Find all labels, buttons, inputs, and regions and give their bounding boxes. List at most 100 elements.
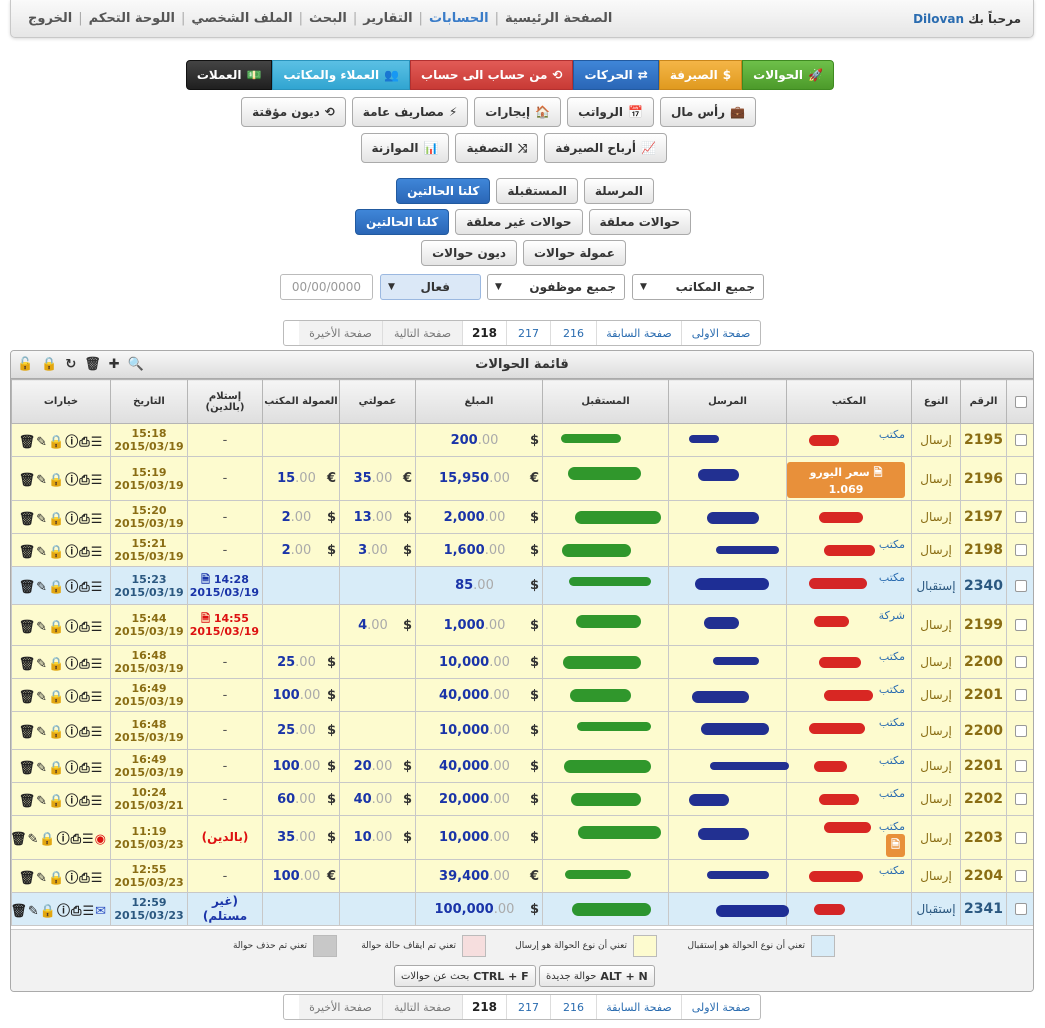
table-row[interactable]: 2199 إرسال شركة $1,000.00 $4.00 14:55 🗎 2015/0…	[11, 604, 1033, 646]
row3-button-0[interactable]: 📈 أرباح الصيرفة	[544, 133, 667, 163]
print-icon[interactable]: ⎙	[79, 620, 90, 635]
info-icon[interactable]: ⓘ	[65, 761, 79, 776]
transfer-id[interactable]: 2203	[960, 815, 1007, 860]
row-checkbox[interactable]	[1015, 544, 1027, 556]
refresh-icon[interactable]: ↻	[65, 357, 76, 372]
edit-icon[interactable]: ✎	[27, 832, 39, 847]
details-icon[interactable]: ☰	[91, 512, 104, 527]
edit-icon[interactable]: ✎	[36, 545, 48, 560]
row-checkbox[interactable]	[1015, 472, 1027, 485]
pagerBot-prev[interactable]: صفحة السابقة	[596, 995, 681, 1019]
edit-icon[interactable]: ✎	[36, 620, 48, 635]
pagerTop-last[interactable]: صفحة الأخيرة	[299, 321, 382, 345]
info-icon[interactable]: ⓘ	[65, 473, 79, 488]
details-icon[interactable]: ☰	[91, 871, 104, 886]
edit-icon[interactable]: ✎	[28, 904, 40, 919]
print-icon[interactable]: ⎙	[79, 580, 90, 595]
pagerBot-first[interactable]: صفحة الاولى	[681, 995, 760, 1019]
row5-button-0[interactable]: حوالات معلقة	[588, 209, 691, 235]
row4-button-0[interactable]: المرسلة	[583, 178, 654, 204]
row-checkbox[interactable]	[1015, 831, 1027, 844]
row-checkbox[interactable]	[1015, 619, 1027, 631]
row-checkbox-cell[interactable]	[1006, 892, 1033, 926]
lock-icon[interactable]: 🔒	[48, 545, 65, 560]
row4-button-2[interactable]: كلتا الحالتين	[396, 178, 491, 204]
row1-button-2[interactable]: ⇄ الحركات	[573, 60, 659, 90]
lock-icon[interactable]: 🔒	[48, 473, 65, 488]
info-icon[interactable]: ⓘ	[65, 512, 79, 527]
info-icon[interactable]: ⓘ	[65, 690, 79, 705]
transfer-id[interactable]: 2200	[960, 711, 1007, 750]
row5-button-1[interactable]: حوالات غير معلقة	[455, 209, 583, 235]
row-checkbox-cell[interactable]	[1006, 533, 1033, 567]
transfer-id[interactable]: 2341	[960, 892, 1007, 926]
row6-button-0[interactable]: عمولة حوالات	[522, 240, 626, 266]
table-row[interactable]: 2340 إستقبال مكتب $85.00 14:28 🗎 2015/03/19 15…	[11, 566, 1033, 605]
row3-button-2[interactable]: 📊 الموازنة	[360, 133, 450, 163]
lock-icon[interactable]: 🔒	[40, 904, 57, 919]
transfer-id[interactable]: 2199	[960, 604, 1007, 646]
print-icon[interactable]: ⎙	[71, 832, 82, 847]
pagerTop-next[interactable]: صفحة التالية	[382, 321, 462, 345]
edit-icon[interactable]: ✎	[36, 761, 48, 776]
table-row[interactable]: 2198 إرسال مكتب $1,600.00 $3.00 $2.00-15:21 20…	[11, 533, 1033, 567]
info-icon[interactable]: ⓘ	[57, 904, 71, 919]
pagerTop-p1[interactable]: 216	[550, 321, 596, 345]
details-icon[interactable]: ☰	[82, 904, 95, 919]
info-icon[interactable]: ⓘ	[65, 620, 79, 635]
table-row[interactable]: 2203 إرسال مكتب 🗎 $10,000.00 $10.00 $35.00 (با…	[11, 815, 1033, 860]
row-checkbox[interactable]	[1015, 656, 1027, 668]
transfer-id[interactable]: 2196	[960, 456, 1007, 501]
row2-button-0[interactable]: 💼 رأس مال	[659, 97, 756, 127]
row-checkbox[interactable]	[1015, 724, 1027, 737]
delete-icon[interactable]: 🗑	[19, 761, 37, 776]
edit-icon[interactable]: ✎	[36, 473, 48, 488]
receipt-doc-icon[interactable]: 🗎	[201, 612, 210, 625]
delete-icon[interactable]: 🗑	[19, 794, 37, 809]
lock-icon[interactable]: 🔒	[41, 357, 57, 372]
info-icon[interactable]: ⓘ	[65, 435, 79, 450]
lock-icon[interactable]: 🔒	[48, 435, 65, 450]
row2-button-4[interactable]: ⟲ ديون مؤقتة	[241, 97, 346, 127]
transfer-id[interactable]: 2200	[960, 645, 1007, 679]
unlock-icon[interactable]: 🔓	[17, 357, 33, 372]
pagerBot-p1[interactable]: 216	[550, 995, 596, 1019]
row6-button-1[interactable]: ديون حوالات	[421, 240, 517, 266]
row-checkbox[interactable]	[1015, 870, 1027, 882]
delete-icon[interactable]: 🗑	[19, 871, 37, 886]
delete-icon[interactable]: 🗑	[19, 545, 37, 560]
transfer-id[interactable]: 2195	[960, 423, 1007, 457]
lock-icon[interactable]: 🔒	[48, 761, 65, 776]
print-icon[interactable]: ⎙	[79, 725, 90, 740]
info-icon[interactable]: ⓘ	[65, 545, 79, 560]
print-icon[interactable]: ⎙	[79, 435, 90, 450]
nav-link-1[interactable]: الحسابات	[424, 11, 494, 26]
row-checkbox-cell[interactable]	[1006, 678, 1033, 712]
row1-button-4[interactable]: 👥 العملاء والمكاتب	[272, 60, 411, 90]
pagerBot-last[interactable]: صفحة الأخيرة	[299, 995, 382, 1019]
nav-link-4[interactable]: الملف الشخصي	[186, 11, 297, 26]
info-icon[interactable]: ⓘ	[65, 871, 79, 886]
print-icon[interactable]: ⎙	[79, 761, 90, 776]
row-checkbox[interactable]	[1015, 760, 1027, 772]
row-checkbox-cell[interactable]	[1006, 859, 1033, 893]
target-icon[interactable]: ◉	[95, 832, 107, 847]
edit-icon[interactable]: ✎	[36, 690, 48, 705]
row-checkbox[interactable]	[1015, 689, 1027, 701]
details-icon[interactable]: ☰	[91, 580, 104, 595]
exchange-rate-badge[interactable]: 🗎 سعر اليورو 1.069	[787, 462, 905, 498]
details-icon[interactable]: ☰	[91, 690, 104, 705]
delete-icon[interactable]: 🗑	[11, 904, 28, 919]
table-row[interactable]: 2195 إرسال مكتب $200.00 -15:18 2015/03/19 ☰⎙ⓘ🔒…	[11, 423, 1033, 457]
pagerTop-first[interactable]: صفحة الاولى	[681, 321, 760, 345]
delete-icon[interactable]: 🗑	[19, 580, 37, 595]
row-checkbox-cell[interactable]	[1006, 566, 1033, 605]
pagerTop-prev[interactable]: صفحة السابقة	[596, 321, 681, 345]
delete-icon[interactable]: 🗑	[19, 620, 37, 635]
nav-link-6[interactable]: الخروج	[23, 11, 77, 26]
details-icon[interactable]: ☰	[91, 657, 104, 672]
employees-select[interactable]: جميع موظفون ▼	[487, 274, 625, 300]
details-icon[interactable]: ☰	[91, 725, 104, 740]
delete-icon[interactable]: 🗑	[19, 690, 37, 705]
row-checkbox-cell[interactable]	[1006, 456, 1033, 501]
